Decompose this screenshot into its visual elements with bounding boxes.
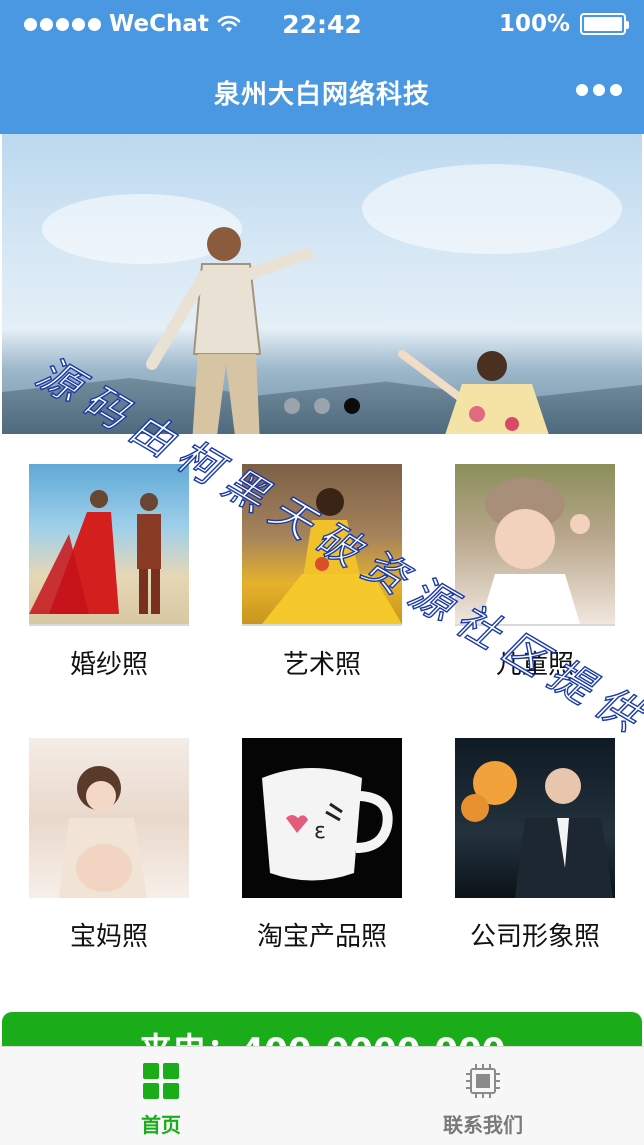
tab-home[interactable]: 首页	[0, 1047, 322, 1145]
wedding-photo	[29, 464, 189, 626]
category-label: 公司形象照	[469, 922, 600, 952]
product-photo: ε	[242, 738, 402, 898]
category-grid: 婚纱照 艺术照 儿童照 宝妈照 ε 淘宝产品照 公司形象照	[0, 434, 644, 1014]
status-battery: 100%	[498, 11, 629, 37]
page-title: 泉州大白网络科技	[213, 80, 430, 110]
category-label: 婚纱照	[69, 650, 148, 680]
category-corporate[interactable]: 公司形象照	[428, 738, 642, 953]
battery-icon	[580, 13, 629, 35]
tab-home-label: 首页	[141, 1113, 181, 1137]
carousel-indicators	[2, 398, 642, 414]
chip-icon	[466, 1064, 500, 1098]
more-icon[interactable]	[576, 84, 622, 96]
banner-carousel[interactable]	[2, 134, 642, 434]
category-art[interactable]: 艺术照	[215, 464, 429, 681]
carousel-dot-active[interactable]	[344, 398, 360, 414]
art-photo	[242, 464, 402, 626]
tab-bar: 首页 联系我们	[0, 1046, 644, 1145]
nav-bar: 泉州大白网络科技	[0, 50, 644, 134]
carousel-dot[interactable]	[314, 398, 330, 414]
kids-photo	[455, 464, 615, 626]
battery-percent: 100%	[498, 11, 570, 37]
corporate-photo	[455, 738, 615, 898]
category-wedding[interactable]: 婚纱照	[2, 464, 216, 681]
category-label: 宝妈照	[69, 922, 148, 952]
tab-contact[interactable]: 联系我们	[322, 1047, 644, 1145]
tab-contact-label: 联系我们	[443, 1113, 523, 1137]
carousel-dot[interactable]	[284, 398, 300, 414]
category-maternity[interactable]: 宝妈照	[2, 738, 216, 953]
maternity-photo	[29, 738, 189, 898]
status-bar: WeChat 22:42 100%	[0, 0, 644, 50]
home-grid-icon	[143, 1063, 179, 1099]
category-label: 淘宝产品照	[256, 922, 387, 952]
category-label: 儿童照	[495, 650, 574, 680]
category-kids[interactable]: 儿童照	[428, 464, 642, 681]
category-taobao-product[interactable]: ε 淘宝产品照	[215, 738, 429, 953]
svg-text:ε: ε	[314, 819, 326, 844]
banner-photo-2	[398, 350, 549, 434]
category-label: 艺术照	[282, 650, 361, 680]
